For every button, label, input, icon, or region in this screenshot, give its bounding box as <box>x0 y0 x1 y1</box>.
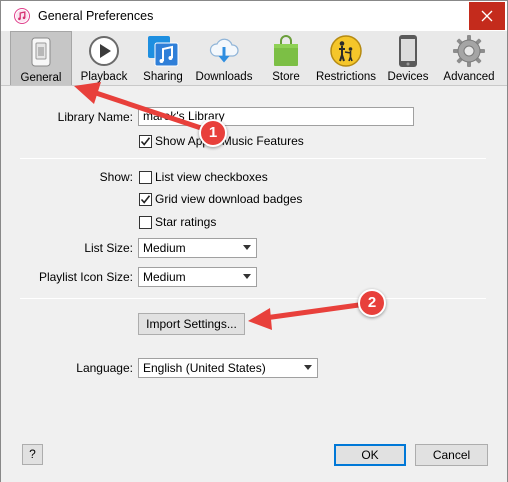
annotation-badge-1: 1 <box>199 119 227 147</box>
help-button[interactable]: ? <box>22 444 43 465</box>
playlist-icon-size-label: Playlist Icon Size: <box>38 270 133 284</box>
tab-sharing[interactable]: Sharing <box>139 31 187 85</box>
tab-general[interactable]: General <box>10 31 72 85</box>
language-select[interactable]: English (United States) <box>138 358 318 378</box>
playlist-icon-size-value: Medium <box>143 270 186 284</box>
tab-store[interactable]: Store <box>267 31 305 85</box>
window-title: General Preferences <box>38 9 154 23</box>
library-name-label: Library Name: <box>57 110 133 124</box>
ok-button[interactable]: OK <box>334 444 406 466</box>
section-divider <box>20 158 486 159</box>
show-apple-music-checkbox[interactable] <box>139 135 152 148</box>
tab-devices[interactable]: Devices <box>386 31 430 85</box>
playlist-icon-size-select[interactable]: Medium <box>138 267 257 287</box>
cloud-download-icon <box>206 33 242 69</box>
star-ratings-checkbox[interactable] <box>139 216 152 229</box>
play-icon <box>86 33 122 69</box>
import-settings-button[interactable]: Import Settings... <box>138 313 245 335</box>
tab-restrictions[interactable]: Restrictions <box>315 31 377 85</box>
device-phone-icon <box>390 33 426 69</box>
sharing-music-icon <box>145 33 181 69</box>
close-icon <box>481 10 493 22</box>
preferences-window: General Preferences General Playback Sha… <box>0 0 508 482</box>
grid-view-badges-checkbox[interactable] <box>139 193 152 206</box>
list-size-select[interactable]: Medium <box>138 238 257 258</box>
list-view-checkboxes-checkbox[interactable] <box>139 171 152 184</box>
tab-store-label: Store <box>272 71 300 83</box>
tab-advanced[interactable]: Advanced <box>439 31 499 85</box>
tab-playback[interactable]: Playback <box>77 31 131 85</box>
close-button[interactable] <box>469 2 505 30</box>
chevron-down-icon <box>243 245 251 250</box>
general-pane: Library Name: marek's Library Show Apple… <box>1 87 507 482</box>
grid-view-badges-label: Grid view download badges <box>155 192 303 206</box>
preferences-toolbar: General Playback Sharing Downloads Store… <box>1 31 507 86</box>
star-ratings-label: Star ratings <box>155 215 217 229</box>
tab-playback-label: Playback <box>80 71 128 83</box>
general-switch-icon <box>23 34 59 70</box>
title-bar: General Preferences <box>1 1 507 31</box>
restrictions-parental-icon <box>328 33 364 69</box>
checkmark-icon <box>140 195 151 204</box>
list-view-checkboxes-label: List view checkboxes <box>155 170 268 184</box>
list-size-value: Medium <box>143 241 186 255</box>
language-label: Language: <box>76 361 133 375</box>
tab-downloads[interactable]: Downloads <box>195 31 253 85</box>
list-size-label: List Size: <box>84 241 133 255</box>
tab-sharing-label: Sharing <box>143 71 183 83</box>
chevron-down-icon <box>304 365 312 370</box>
store-bag-icon <box>268 33 304 69</box>
checkmark-icon <box>140 137 151 146</box>
cancel-button[interactable]: Cancel <box>415 444 488 466</box>
tab-general-label: General <box>20 72 62 84</box>
chevron-down-icon <box>243 274 251 279</box>
itunes-app-icon <box>14 8 30 24</box>
show-apple-music-label: Show Apple Music Features <box>155 134 304 148</box>
library-name-input[interactable]: marek's Library <box>138 107 414 126</box>
tab-downloads-label: Downloads <box>195 71 253 83</box>
gear-icon <box>451 33 487 69</box>
tab-devices-label: Devices <box>387 71 429 83</box>
annotation-badge-2: 2 <box>358 289 386 317</box>
section-divider <box>20 298 486 299</box>
tab-advanced-label: Advanced <box>443 71 495 83</box>
show-label: Show: <box>99 170 133 184</box>
tab-restrictions-label: Restrictions <box>315 71 377 83</box>
language-value: English (United States) <box>143 361 266 375</box>
